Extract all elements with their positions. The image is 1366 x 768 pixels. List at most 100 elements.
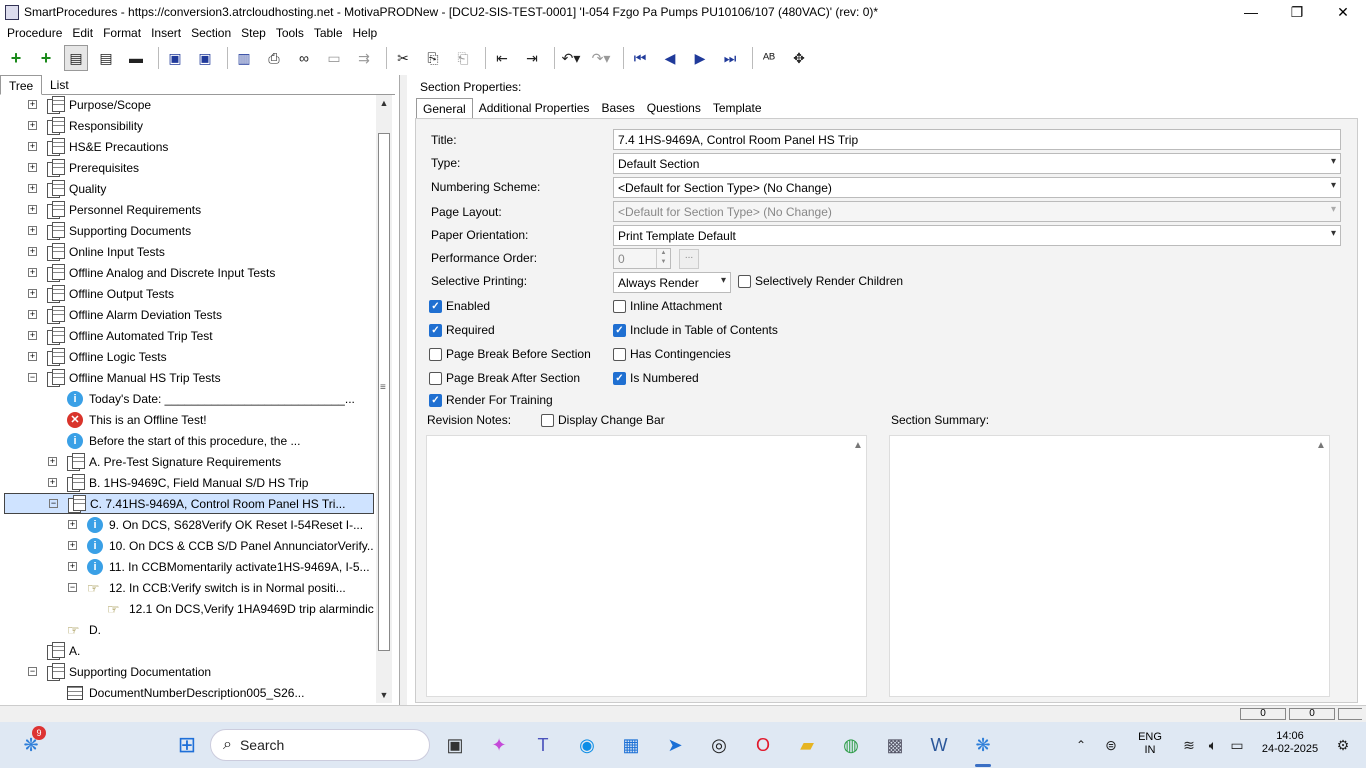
tree-item[interactable]: + B. 1HS-9469C, Field Manual S/D HS Trip <box>48 472 308 493</box>
teams-icon[interactable]: T <box>528 730 558 760</box>
menu-help[interactable]: Help <box>348 26 383 40</box>
scroll-up-icon[interactable]: ▲ <box>376 95 392 111</box>
opera-icon[interactable]: O <box>748 730 778 760</box>
language-indicator[interactable]: ENG IN <box>1132 731 1168 757</box>
tree-item[interactable]: − C. 7.41HS-9469A, Control Room Panel HS … <box>4 493 374 514</box>
notification-icon[interactable]: ⚙ <box>1328 730 1358 760</box>
power-automate-icon[interactable]: ➤ <box>660 730 690 760</box>
page-break-after-checkbox[interactable]: Page Break After Section <box>429 371 580 385</box>
selective-printing-select[interactable]: Always Render ▾ <box>613 272 731 293</box>
spell-icon[interactable]: ᴬᴮ <box>757 45 781 71</box>
pane-splitter[interactable] <box>399 75 407 705</box>
tree-item[interactable]: + Offline Alarm Deviation Tests <box>28 304 222 325</box>
orientation-select[interactable]: Print Template Default ▾ <box>613 225 1341 246</box>
tab-template[interactable]: Template <box>707 98 768 118</box>
expand-icon[interactable]: + <box>48 457 57 466</box>
enabled-checkbox[interactable]: ✓ Enabled <box>429 299 490 313</box>
view-icon[interactable]: ▤ <box>64 45 88 71</box>
tree-item[interactable]: + Responsibility <box>28 115 143 136</box>
paste-icon[interactable]: ⎗ <box>451 45 475 71</box>
save-icon[interactable]: ▣ <box>193 45 217 71</box>
add-icon[interactable]: + <box>4 45 28 71</box>
expand-icon[interactable]: + <box>28 226 37 235</box>
taskbar-search[interactable]: ⌕ Search <box>210 729 430 761</box>
task-view-icon[interactable]: ▣ <box>440 730 470 760</box>
tree-item[interactable]: ☞ 12.1 On DCS,Verify 1HA9469D trip alarmi… <box>88 598 374 619</box>
tree-item[interactable]: + Offline Analog and Discrete Input Tests <box>28 262 275 283</box>
expand-icon[interactable]: + <box>68 541 77 550</box>
indent-icon[interactable]: ⇥ <box>520 45 544 71</box>
tree-item[interactable]: + i 11. In CCBMomentarily activate1HS-9469… <box>68 556 370 577</box>
close-button[interactable]: ✕ <box>1320 0 1366 24</box>
print-icon[interactable]: ⎙ <box>262 45 286 71</box>
numbering-select[interactable]: <Default for Section Type> (No Change) ▾ <box>613 177 1341 198</box>
tree-item[interactable]: − Offline Manual HS Trip Tests <box>28 367 221 388</box>
tree-item[interactable]: + Supporting Documents <box>28 220 191 241</box>
window-icon[interactable]: ▭ <box>322 45 346 71</box>
display-change-bar-checkbox[interactable]: Display Change Bar <box>541 413 665 427</box>
tree-item[interactable]: i Before the start of this procedure, the… <box>48 430 300 451</box>
tab-questions[interactable]: Questions <box>641 98 707 118</box>
outdent-icon[interactable]: ⇤ <box>490 45 514 71</box>
tree-item[interactable]: + Offline Output Tests <box>28 283 174 304</box>
menu-procedure[interactable]: Procedure <box>2 26 67 40</box>
notes-scrollbar[interactable]: ▲ <box>850 436 866 696</box>
expand-icon[interactable]: + <box>28 100 37 109</box>
expand-icon[interactable]: + <box>28 247 37 256</box>
collapse-icon[interactable]: − <box>28 667 37 676</box>
inline-attachment-checkbox[interactable]: Inline Attachment <box>613 299 722 313</box>
dell-icon[interactable]: ◎ <box>704 730 734 760</box>
tree-item[interactable]: ☞ D. <box>48 619 101 640</box>
collapse-icon[interactable]: − <box>28 373 37 382</box>
store-icon[interactable]: ▦ <box>616 730 646 760</box>
expand-icon[interactable]: + <box>28 352 37 361</box>
menu-section[interactable]: Section <box>186 26 236 40</box>
tab-list[interactable]: List <box>42 75 77 95</box>
tree-item[interactable]: + HS&E Precautions <box>28 136 168 157</box>
chrome-icon[interactable]: ◍ <box>836 730 866 760</box>
expand-icon[interactable]: + <box>28 184 37 193</box>
menu-format[interactable]: Format <box>98 26 146 40</box>
edge-icon[interactable]: ◉ <box>572 730 602 760</box>
summary-scrollbar[interactable]: ▲ <box>1313 436 1329 696</box>
collapse-icon[interactable]: − <box>49 499 58 508</box>
undo-icon[interactable]: ↶▾ <box>559 45 583 71</box>
windows-start-icon[interactable]: ⊞ <box>172 730 202 760</box>
tree-item[interactable]: − Supporting Documentation <box>28 661 211 682</box>
expand-icon[interactable]: + <box>28 142 37 151</box>
export-icon[interactable]: ▥ <box>232 45 256 71</box>
tree-item[interactable]: i Today's Date: _________________________… <box>48 388 355 409</box>
prev-icon[interactable]: ◀ <box>658 45 682 71</box>
next-icon[interactable]: ▶ <box>688 45 712 71</box>
tree-item[interactable]: + Personnel Requirements <box>28 199 201 220</box>
required-checkbox[interactable]: ✓ Required <box>429 323 495 337</box>
menu-insert[interactable]: Insert <box>146 26 186 40</box>
expand-icon[interactable]: + <box>28 289 37 298</box>
expand-icon[interactable]: + <box>68 562 77 571</box>
tree-item[interactable]: − ☞ 12. In CCB:Verify switch is in Normal … <box>68 577 346 598</box>
tab-additional-properties[interactable]: Additional Properties <box>473 98 596 118</box>
file-explorer-icon[interactable]: ▰ <box>792 730 822 760</box>
tree-item[interactable]: + Offline Automated Trip Test <box>28 325 213 346</box>
scroll-up-icon[interactable]: ▲ <box>1316 440 1326 451</box>
section-summary-textarea[interactable]: ▲ <box>889 435 1330 697</box>
tab-tree[interactable]: Tree <box>0 75 43 95</box>
network-tray-icon[interactable]: ⊜ <box>1096 730 1126 760</box>
expand-icon[interactable]: + <box>28 310 37 319</box>
tree-item[interactable]: ✕ This is an Offline Test! <box>48 409 207 430</box>
menu-edit[interactable]: Edit <box>67 26 98 40</box>
collapse-icon[interactable]: − <box>68 583 77 592</box>
word-icon[interactable]: W <box>924 730 954 760</box>
type-select[interactable]: Default Section ▾ <box>613 153 1341 174</box>
redo-disabled-icon[interactable]: ⇉ <box>352 45 376 71</box>
tab-general[interactable]: General <box>416 98 473 118</box>
is-numbered-checkbox[interactable]: ✓ Is Numbered <box>613 371 699 385</box>
menu-table[interactable]: Table <box>309 26 348 40</box>
scroll-down-icon[interactable]: ▼ <box>376 687 392 703</box>
tree-item[interactable]: + Offline Logic Tests <box>28 346 167 367</box>
menu-step[interactable]: Step <box>236 26 271 40</box>
scroll-up-icon[interactable]: ▲ <box>853 440 863 451</box>
tree-item[interactable]: + Prerequisites <box>28 157 139 178</box>
scroll-thumb[interactable] <box>378 133 390 651</box>
tab-bases[interactable]: Bases <box>595 98 640 118</box>
